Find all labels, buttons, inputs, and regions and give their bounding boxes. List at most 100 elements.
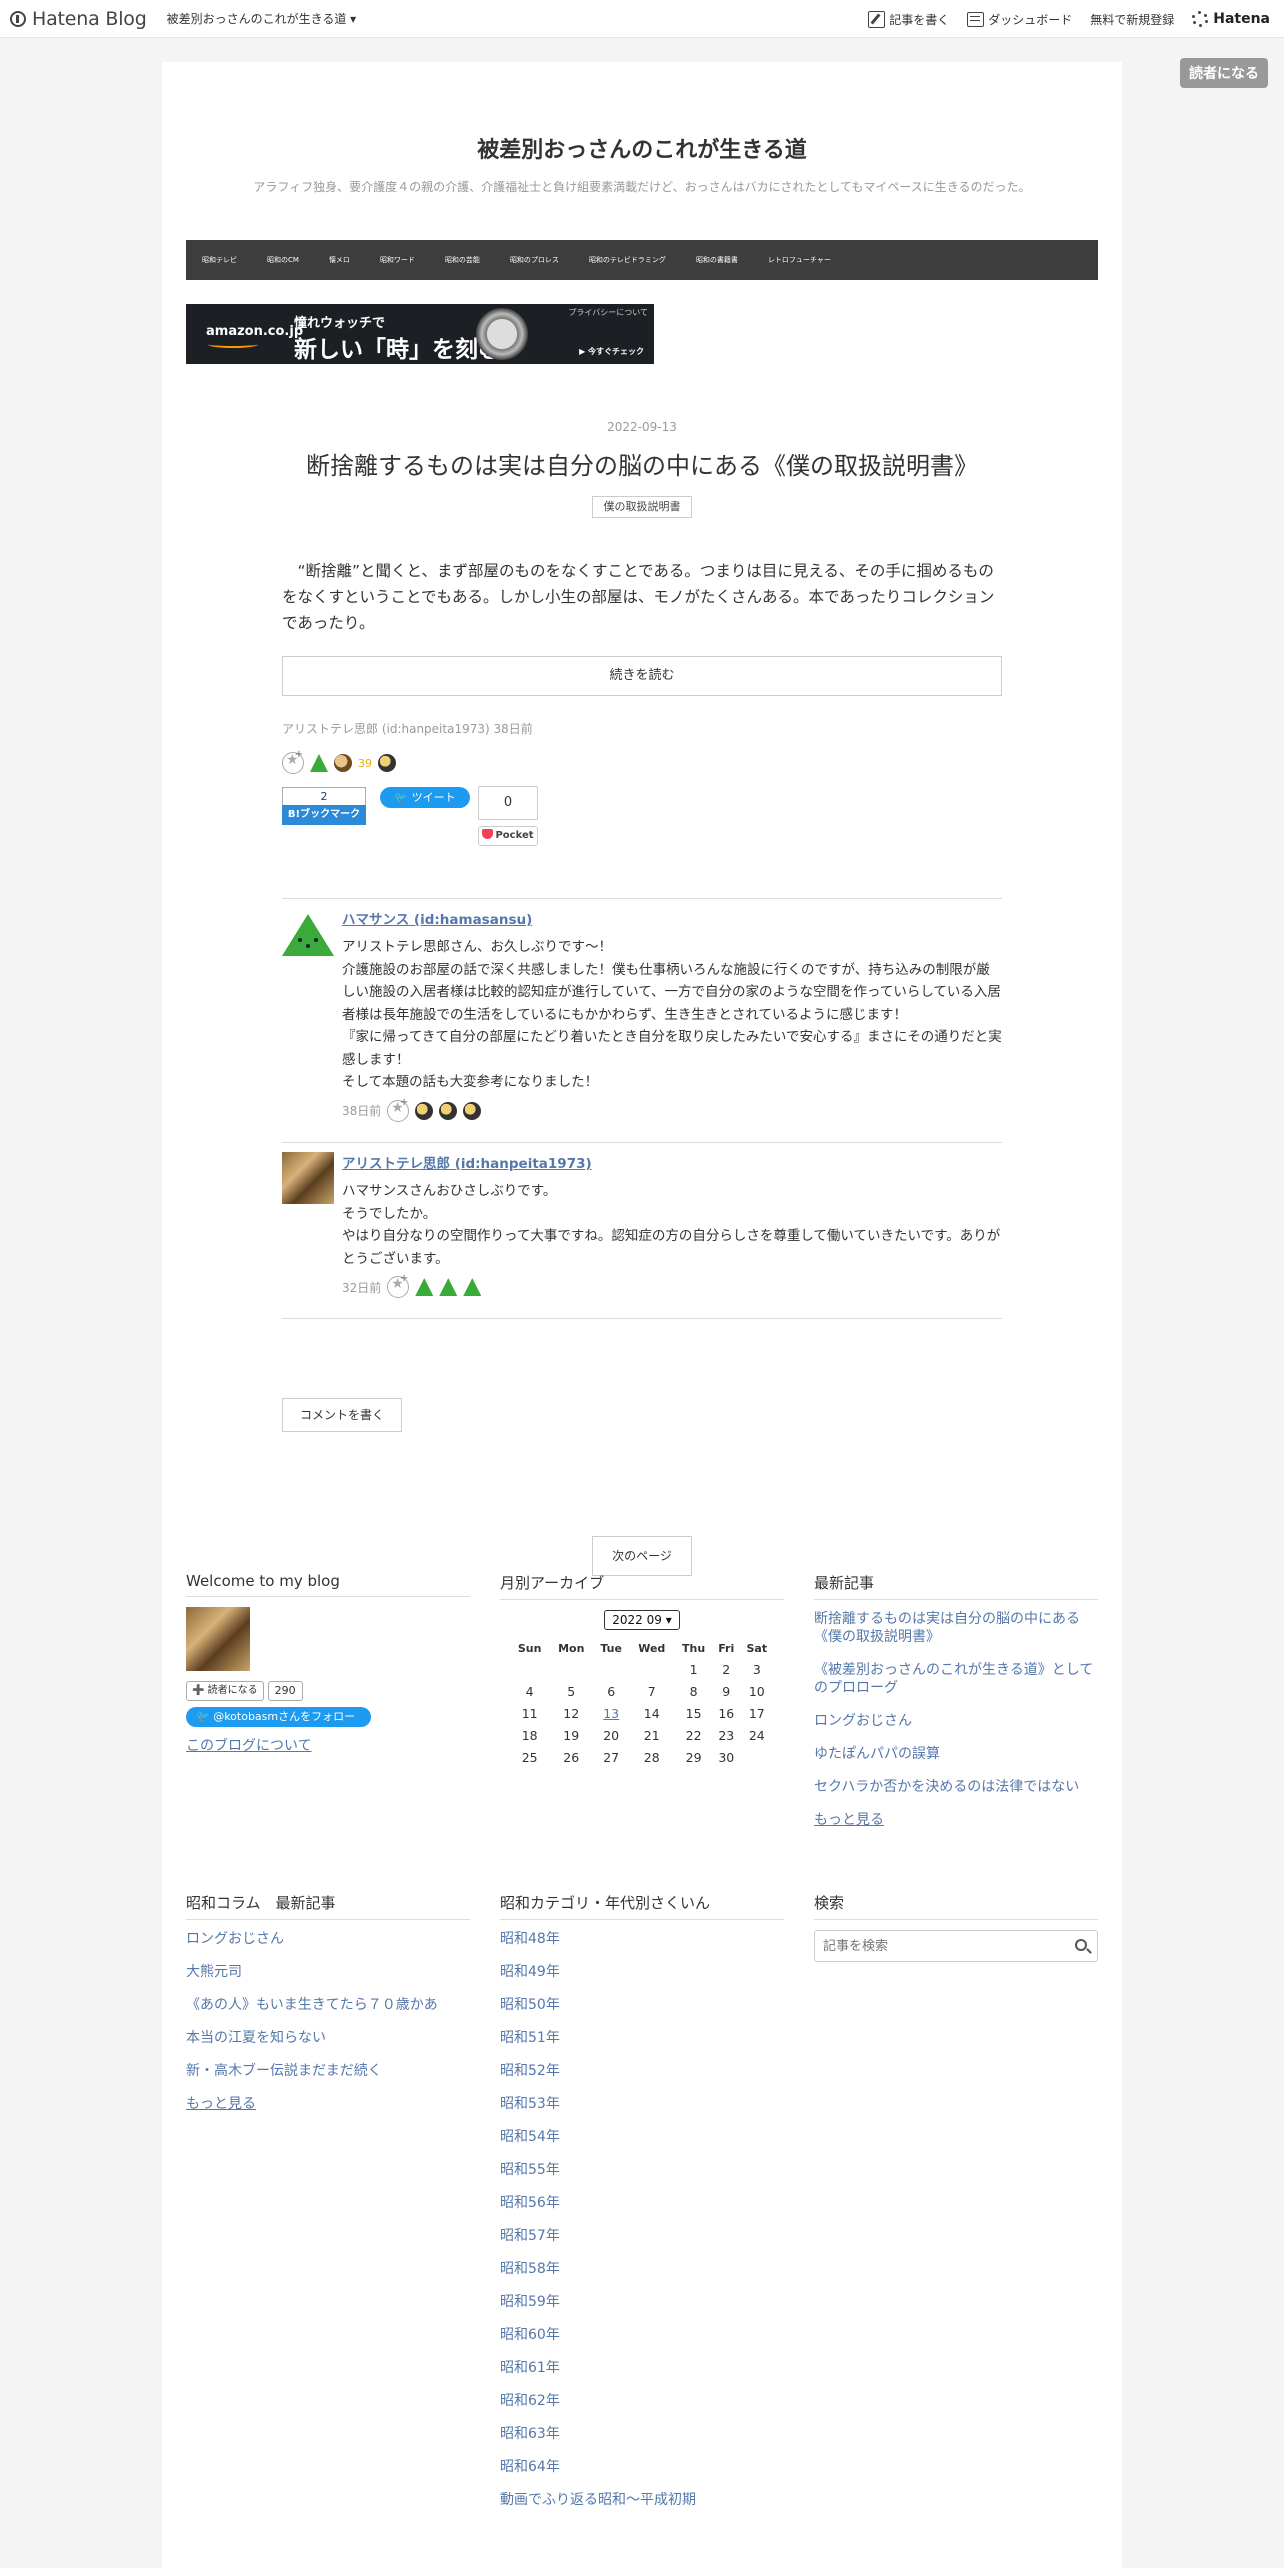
pocket-button[interactable]: 0 Pocket <box>478 786 538 846</box>
ad-line2: 新しい「時」を刻む <box>294 337 501 363</box>
signup-link[interactable]: 無料で新規登録 <box>1090 11 1174 28</box>
pocket-count: 0 <box>478 786 538 820</box>
blog-title[interactable]: 被差別おっさんのこれが生きる道 <box>162 132 1122 164</box>
write-comment-button[interactable]: コメントを書く <box>282 1398 402 1432</box>
subscribe-small-button[interactable]: ➕ 読者になる <box>186 1681 264 1701</box>
comment-text: ハマサンスさんおひさしぶりです。 そうでしたか。 やはり自分なりの空間作りって大… <box>342 1183 1001 1267</box>
next-page-button[interactable]: 次のページ <box>592 1536 692 1576</box>
recent-post-link[interactable]: ロングおじさん <box>814 1712 1098 1730</box>
profile-image[interactable] <box>186 1607 250 1671</box>
post-date[interactable]: 2022-09-13 <box>162 420 1122 434</box>
calendar-day[interactable]: 13 <box>593 1702 629 1724</box>
category-link[interactable]: 昭和60年 <box>500 2326 784 2344</box>
write-post-link[interactable]: 記事を書く <box>868 10 949 28</box>
hatena-dots-icon <box>1192 11 1209 27</box>
star-user-avatar[interactable] <box>463 1101 482 1120</box>
calendar-day: 12 <box>563 1705 580 1721</box>
nav-item[interactable]: 昭和テレビ <box>202 255 237 265</box>
category-link[interactable]: 昭和63年 <box>500 2425 784 2443</box>
star-row: 39 <box>282 749 396 774</box>
category-link[interactable]: 昭和59年 <box>500 2293 784 2311</box>
twitter-follow-button[interactable]: 🐦 @kotobasmさんをフォロー <box>186 1707 372 1727</box>
subscriber-count[interactable]: 290 <box>267 1681 303 1701</box>
about-blog-link[interactable]: このブログについて <box>186 1735 470 1755</box>
amazon-ad-banner[interactable]: amazon.co.jp 憧れウォッチで 新しい「時」を刻む プライバシーについ… <box>186 304 654 364</box>
commenter-avatar[interactable] <box>282 908 334 960</box>
search-input[interactable] <box>815 1931 1055 1961</box>
star-user-avatar[interactable] <box>439 1101 458 1120</box>
recent-more-link[interactable]: もっと見る <box>814 1811 1098 1829</box>
category-link[interactable]: 昭和52年 <box>500 2062 784 2080</box>
category-link[interactable]: 昭和57年 <box>500 2227 784 2245</box>
add-star-icon[interactable] <box>387 1273 410 1298</box>
category-link[interactable]: 昭和56年 <box>500 2194 784 2212</box>
hatena-blog-logo[interactable]: Hatena Blog <box>10 8 147 30</box>
commenter-name[interactable]: アリストテレ思郎 (id:hanpeita1973) <box>342 1152 1002 1172</box>
nav-item[interactable]: 昭和のCM <box>267 255 299 265</box>
comment-time[interactable]: 32日前 <box>342 1279 381 1296</box>
twitter-bird-icon: 🐦 <box>394 791 409 804</box>
dashboard-link[interactable]: ダッシュボード <box>967 11 1072 28</box>
recent-post-link[interactable]: セクハラか否かを決めるのは法律ではない <box>814 1778 1098 1796</box>
category-link[interactable]: 昭和58年 <box>500 2260 784 2278</box>
ad-cta[interactable]: ▶ 今すぐチェック <box>579 346 644 357</box>
column-post-link[interactable]: 《あの人》もいま生きてたら７０歳かあ <box>186 1996 470 2014</box>
star-user-avatar[interactable] <box>310 754 328 772</box>
category-link[interactable]: 昭和51年 <box>500 2029 784 2047</box>
column-post-link[interactable]: 本当の江夏を知らない <box>186 2029 470 2047</box>
star-user-avatar[interactable] <box>415 1101 434 1120</box>
category-link[interactable]: 昭和62年 <box>500 2392 784 2410</box>
star-user-avatar[interactable] <box>463 1278 482 1296</box>
category-link[interactable]: 昭和55年 <box>500 2161 784 2179</box>
recent-post-link[interactable]: 断捨離するものは実は自分の脳の中にある《僕の取扱説明書》 <box>814 1610 1098 1646</box>
widget-title: 検索 <box>814 1892 1098 1920</box>
tweet-button[interactable]: 🐦 ツイート <box>380 787 470 808</box>
post-title[interactable]: 断捨離するものは実は自分の脳の中にある《僕の取扱説明書》 <box>162 446 1122 481</box>
category-link[interactable]: 昭和48年 <box>500 1930 784 1948</box>
nav-item[interactable]: 昭和の書籍書 <box>696 255 738 265</box>
category-link[interactable]: 昭和49年 <box>500 1963 784 1981</box>
nav-item[interactable]: 昭和のテレビドラミング <box>589 255 666 265</box>
blog-selector[interactable]: 被差別おっさんのこれが生きる道 ▾ <box>167 10 357 27</box>
star-user-avatar[interactable] <box>378 754 396 772</box>
post-permalink[interactable]: 38日前 <box>494 722 533 736</box>
post-category[interactable]: 僕の取扱説明書 <box>592 496 692 518</box>
read-more-button[interactable]: 続きを読む <box>282 656 1002 696</box>
bookmark-count[interactable]: 2 <box>282 787 366 805</box>
star-count[interactable]: 39 <box>358 757 372 770</box>
column-post-link[interactable]: 新・高木ブー伝説まだまだ続く <box>186 2062 470 2080</box>
subscribe-button[interactable]: 読者になる <box>1180 58 1268 88</box>
recent-post-link[interactable]: ゆたぽんパパの誤算 <box>814 1745 1098 1763</box>
star-user-avatar[interactable] <box>415 1278 434 1296</box>
column-post-link[interactable]: ロングおじさん <box>186 1930 470 1948</box>
nav-item[interactable]: 昭和の芸能 <box>445 255 480 265</box>
column-more-link[interactable]: もっと見る <box>186 2095 470 2113</box>
column-post-link[interactable]: 大熊元司 <box>186 1963 470 1981</box>
add-star-icon[interactable] <box>387 1097 410 1122</box>
nav-item[interactable]: 昭和ワード <box>380 255 415 265</box>
comment-time[interactable]: 38日前 <box>342 1102 381 1119</box>
widget-title: Welcome to my blog <box>186 1572 470 1597</box>
category-link[interactable]: 昭和50年 <box>500 1996 784 2014</box>
category-link[interactable]: 動画でふり返る昭和～平成初期 <box>500 2491 784 2509</box>
hatena-bookmark-button[interactable]: 2 B!ブックマーク <box>282 787 366 825</box>
category-link[interactable]: 昭和53年 <box>500 2095 784 2113</box>
search-icon[interactable] <box>1075 1939 1087 1951</box>
add-star-icon[interactable] <box>282 749 304 774</box>
star-user-avatar[interactable] <box>334 754 352 772</box>
category-link[interactable]: 昭和54年 <box>500 2128 784 2146</box>
ad-privacy-link[interactable]: プライバシーについて <box>568 307 648 318</box>
nav-item[interactable]: 懐メロ <box>329 255 350 265</box>
commenter-avatar[interactable] <box>282 1152 334 1204</box>
nav-item[interactable]: レトロフューチャー <box>768 255 831 265</box>
recent-post-link[interactable]: 《被差別おっさんのこれが生きる道》としてのプロローグ <box>814 1661 1098 1697</box>
month-select[interactable]: 2022 09 ▾ <box>604 1610 680 1630</box>
category-link[interactable]: 昭和64年 <box>500 2458 784 2476</box>
hatena-account-link[interactable]: Hatena <box>1192 11 1270 27</box>
nav-item[interactable]: 昭和のプロレス <box>510 255 559 265</box>
weekday-header: Wed <box>638 1641 666 1655</box>
category-link[interactable]: 昭和61年 <box>500 2359 784 2377</box>
commenter-name[interactable]: ハマサンス (id:hamasansu) <box>342 908 1002 928</box>
star-user-avatar[interactable] <box>439 1278 458 1296</box>
calendar-day: 15 <box>685 1705 702 1721</box>
